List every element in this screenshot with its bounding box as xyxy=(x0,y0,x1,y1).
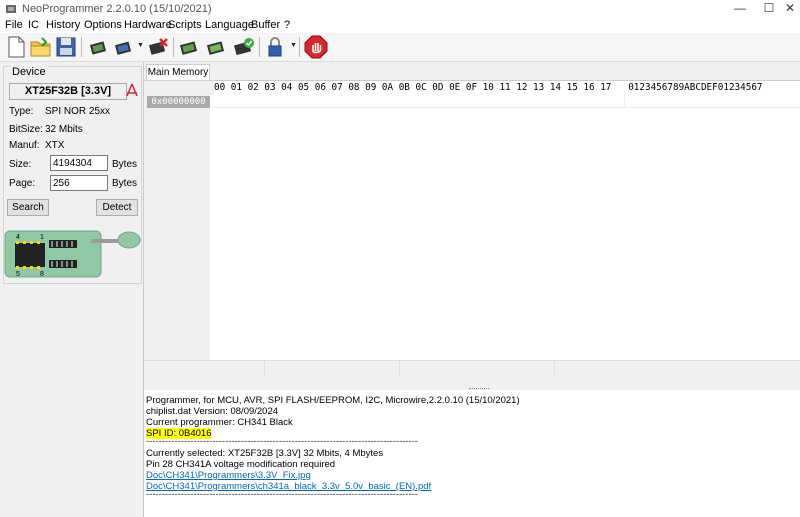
manuf-value: XTX xyxy=(45,140,65,151)
toolbar-separator xyxy=(259,37,260,57)
log-line: Currently selected: XT25F32B [3.3V] 32 M… xyxy=(146,448,384,459)
main-area: Main Memory 00 01 02 03 04 05 06 07 08 0… xyxy=(144,62,800,376)
log-line: Pin 28 CH341A voltage modification requi… xyxy=(146,459,336,470)
manuf-label: Manuf: xyxy=(9,140,40,151)
log-line: Programmer, for MCU, AVR, SPI FLASH/EEPR… xyxy=(146,395,520,406)
log-line: chiplist.dat Version: 08/09/2024 xyxy=(146,406,279,417)
erase-chip-icon[interactable] xyxy=(146,35,170,59)
toolbar-separator xyxy=(81,37,82,57)
chip-adapter-image: 4 1 5 8 xyxy=(4,230,141,278)
bitsize-value: 32 Mbits xyxy=(45,124,83,135)
address-column xyxy=(144,95,210,363)
menu-options[interactable]: Options xyxy=(84,19,122,31)
menu-hardware[interactable]: Hardware xyxy=(124,19,172,31)
detect-button[interactable]: Detect xyxy=(96,199,138,216)
doc-link-fix[interactable]: Doc\CH341\Programmers\3.3V_Fix.jpg xyxy=(146,470,311,481)
size-label: Size: xyxy=(9,159,32,170)
hex-editor[interactable]: 00 01 02 03 04 05 06 07 08 09 0A 0B 0C 0… xyxy=(144,80,800,363)
menu-language[interactable]: Language xyxy=(205,19,254,31)
tab-main-memory[interactable]: Main Memory xyxy=(146,64,210,81)
log-line: Current programmer: CH341 Black xyxy=(146,417,293,428)
size-unit: Bytes xyxy=(112,159,138,170)
log-panel: Programmer, for MCU, AVR, SPI FLASH/EEPR… xyxy=(144,390,800,517)
write-chip-icon[interactable] xyxy=(112,35,136,59)
read-chip-icon[interactable] xyxy=(86,35,110,59)
app-icon xyxy=(6,5,16,13)
chip-pin-5: 5 xyxy=(16,271,20,278)
address-row-0: 0x00000000 xyxy=(147,96,210,108)
menu-file[interactable]: File xyxy=(5,19,23,31)
search-button[interactable]: Search xyxy=(7,199,49,216)
log-separator: ----------------------------------------… xyxy=(146,436,419,447)
type-label: Type: xyxy=(9,106,34,117)
menu-bar: File IC History Options Hardware Scripts… xyxy=(0,18,800,33)
page-unit: Bytes xyxy=(112,178,138,189)
auto-program-icon[interactable] xyxy=(232,35,256,59)
log-separator: ----------------------------------------… xyxy=(146,489,419,500)
protect-dropdown-icon[interactable]: ▼ xyxy=(290,42,297,49)
menu-history[interactable]: History xyxy=(46,19,80,31)
hex-status-bar xyxy=(144,360,800,375)
device-group-label: Device xyxy=(10,66,48,78)
page-label: Page: xyxy=(9,178,36,189)
device-group: Device XT25F32B [3.3V] Type: SPI NOR 25x… xyxy=(3,66,142,284)
status-segment xyxy=(264,361,400,375)
hex-column-header: 00 01 02 03 04 05 06 07 08 09 0A 0B 0C 0… xyxy=(214,82,763,93)
toolbar-separator xyxy=(299,37,300,57)
left-panel: Device XT25F32B [3.3V] Type: SPI NOR 25x… xyxy=(0,62,144,517)
protect-lock-icon[interactable] xyxy=(263,35,287,59)
toolbar-separator xyxy=(173,37,174,57)
save-icon[interactable] xyxy=(54,35,78,59)
chip-pin-4: 4 xyxy=(16,234,20,241)
blank-check-icon[interactable] xyxy=(204,35,228,59)
close-button[interactable]: ✕ xyxy=(780,0,800,18)
hex-header-corner xyxy=(144,81,214,95)
menu-ic[interactable]: IC xyxy=(28,19,39,31)
menu-buffer[interactable]: Buffer xyxy=(251,19,280,31)
panel-splitter[interactable] xyxy=(144,376,800,391)
write-dropdown-icon[interactable]: ▼ xyxy=(137,42,144,49)
hex-row-0[interactable] xyxy=(212,95,624,108)
bitsize-label: BitSize: xyxy=(9,124,43,135)
stop-icon[interactable] xyxy=(304,35,328,59)
new-file-icon[interactable] xyxy=(4,35,28,59)
toolbar: ▼ ▼ xyxy=(0,33,800,62)
pdf-datasheet-icon[interactable] xyxy=(125,83,139,98)
chip-pin-8: 8 xyxy=(40,271,44,278)
title-bar: NeoProgrammer 2.2.0.10 (15/10/2021) — ☐ … xyxy=(0,0,800,18)
menu-scripts[interactable]: Scripts xyxy=(168,19,202,31)
status-segment xyxy=(399,361,555,375)
status-segment xyxy=(144,361,265,375)
device-name[interactable]: XT25F32B [3.3V] xyxy=(9,83,127,100)
chip-pin-1: 1 xyxy=(40,234,44,241)
menu-help[interactable]: ? xyxy=(284,19,290,31)
size-field[interactable]: 4194304 xyxy=(50,155,108,171)
type-value: SPI NOR 25xx xyxy=(45,106,111,117)
open-folder-icon[interactable] xyxy=(29,35,53,59)
page-field[interactable]: 256 xyxy=(50,175,108,191)
verify-chip-icon[interactable] xyxy=(177,35,201,59)
window-title: NeoProgrammer 2.2.0.10 (15/10/2021) xyxy=(22,3,212,15)
ascii-row-0[interactable] xyxy=(624,95,800,108)
